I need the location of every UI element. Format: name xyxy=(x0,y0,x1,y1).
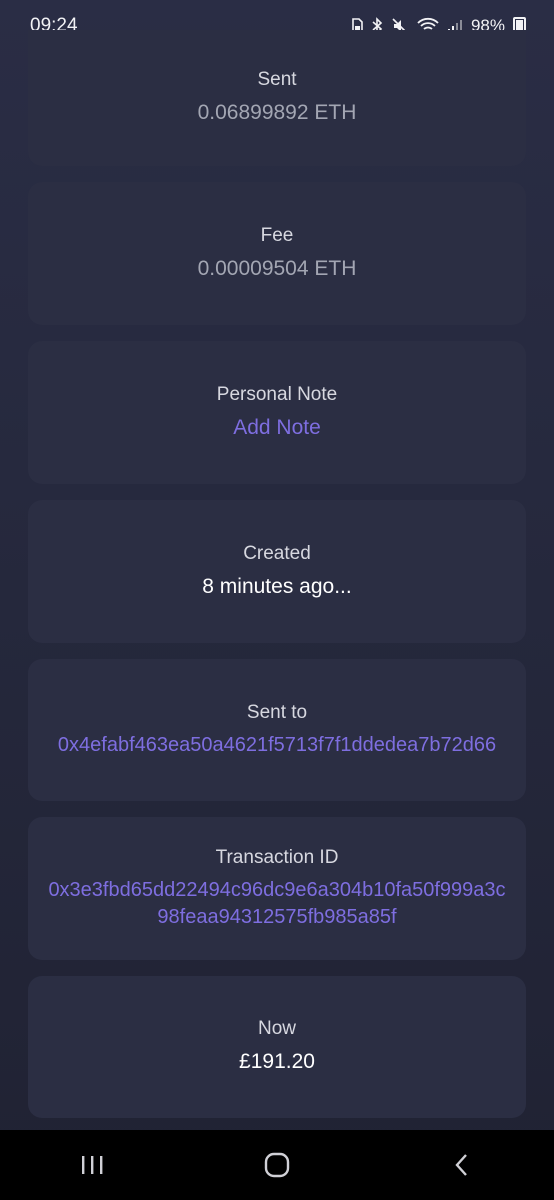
sent-card: Sent 0.06899892 ETH xyxy=(28,30,526,166)
recent-apps-button[interactable] xyxy=(62,1135,122,1195)
sent-to-label: Sent to xyxy=(246,701,308,723)
fee-card: Fee 0.00009504 ETH xyxy=(28,182,526,325)
created-label: Created xyxy=(243,542,311,564)
recipient-address-link[interactable]: 0x4efabf463ea50a4621f5713f7f1ddedea7b72d… xyxy=(47,732,507,759)
sent-value: 0.06899892 ETH xyxy=(197,101,357,124)
home-button[interactable] xyxy=(247,1135,307,1195)
transaction-id-label: Transaction ID xyxy=(215,846,339,868)
home-icon xyxy=(264,1152,290,1178)
now-value: £191.20 xyxy=(239,1050,315,1073)
system-nav-bar xyxy=(0,1130,554,1200)
personal-note-card: Personal Note Add Note xyxy=(28,341,526,484)
now-value-card: Now £191.20 xyxy=(28,976,526,1118)
fee-value: 0.00009504 ETH xyxy=(197,256,357,280)
sent-to-card: Sent to 0x4efabf463ea50a4621f5713f7f1dde… xyxy=(28,659,526,801)
add-note-button[interactable]: Add Note xyxy=(233,414,321,442)
now-label: Now xyxy=(257,1018,296,1039)
recent-apps-icon xyxy=(82,1156,103,1174)
fee-label: Fee xyxy=(260,224,294,246)
transaction-id-card: Transaction ID 0x3e3fbd65dd22494c96dc9e6… xyxy=(28,817,526,960)
personal-note-label: Personal Note xyxy=(216,383,338,405)
sent-label: Sent xyxy=(257,69,297,90)
created-card: Created 8 minutes ago... xyxy=(28,500,526,643)
transaction-id-link[interactable]: 0x3e3fbd65dd22494c96dc9e6a304b10fa50f999… xyxy=(47,877,507,931)
created-value: 8 minutes ago... xyxy=(202,574,352,598)
back-icon xyxy=(455,1154,467,1176)
back-button[interactable] xyxy=(432,1135,492,1195)
